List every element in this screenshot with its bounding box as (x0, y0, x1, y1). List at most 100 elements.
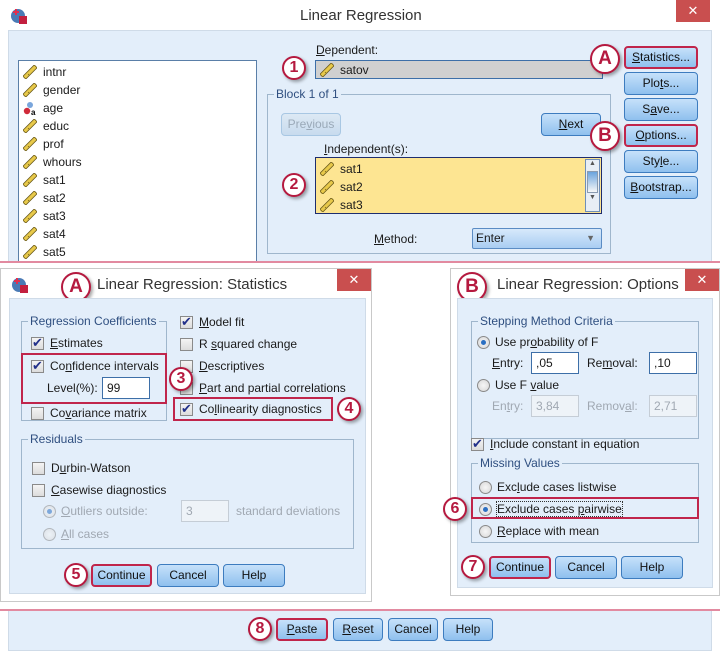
use-f-value-radio[interactable]: Use F value (477, 378, 559, 392)
options-help-button[interactable]: Help (621, 556, 683, 579)
independents-scrollbar[interactable]: ▲ ▼ (585, 159, 600, 212)
save-button[interactable]: Save... (624, 98, 698, 121)
cancel-button[interactable]: Cancel (388, 618, 438, 641)
variable-list-item[interactable]: whours (19, 153, 256, 171)
outliers-radio[interactable]: Outliers outside: (43, 504, 148, 518)
f-entry-input[interactable]: 3,84 (531, 395, 579, 417)
badge-4: 4 (337, 397, 361, 421)
method-label: Method: (374, 232, 418, 246)
options-continue-button[interactable]: Continue (489, 556, 551, 579)
dialog-title: Linear Regression (300, 7, 422, 24)
level-input[interactable]: 99 (102, 377, 150, 399)
durbin-watson-checkbox[interactable]: Durbin-Watson (32, 461, 131, 475)
covariance-matrix-checkbox[interactable]: Covariance matrix (31, 406, 147, 420)
scroll-thumb[interactable] (587, 171, 598, 193)
statistics-button[interactable]: Statistics... (624, 46, 698, 69)
removal-input[interactable]: ,10 (649, 352, 697, 374)
variable-list-item[interactable]: educ (19, 117, 256, 135)
entry-input[interactable]: ,05 (531, 352, 579, 374)
std-dev-label: standard deviations (236, 504, 341, 518)
r-squared-change-checkbox[interactable]: R squared change (180, 337, 297, 351)
previous-button[interactable]: Previous (281, 113, 341, 136)
variable-name: gender (43, 83, 81, 97)
confidence-intervals-checkbox[interactable]: Confidence intervals (31, 358, 159, 374)
independent-list-item[interactable]: sat1 (316, 160, 601, 178)
options-cancel-button[interactable]: Cancel (555, 556, 617, 579)
spss-app-icon (10, 7, 28, 25)
scroll-down-arrow[interactable]: ▼ (586, 194, 599, 204)
paste-button[interactable]: Paste (276, 618, 328, 641)
f-removal-input[interactable]: 2,71 (649, 395, 697, 417)
estimates-checkbox[interactable]: Estimates (31, 335, 103, 351)
variable-list-item[interactable]: sat4 (19, 225, 256, 243)
radio-icon (477, 335, 490, 349)
variable-list-item[interactable]: sat2 (19, 189, 256, 207)
close-button[interactable]: ✕ (676, 0, 710, 22)
variable-name: sat3 (340, 198, 363, 212)
scale-ruler-icon (23, 119, 37, 133)
part-partial-checkbox[interactable]: Part and partial correlations (180, 381, 346, 395)
variable-list-item[interactable]: sat3 (19, 207, 256, 225)
badge-3: 3 (169, 367, 193, 391)
stats-continue-button[interactable]: Continue (91, 564, 152, 587)
help-button[interactable]: Help (443, 618, 493, 641)
variable-name: sat3 (43, 209, 66, 223)
independent-list-item[interactable]: sat3 (316, 196, 601, 214)
statistics-title: Linear Regression: Statistics (97, 276, 288, 293)
scroll-up-arrow[interactable]: ▲ (586, 160, 599, 170)
use-probability-radio[interactable]: Use probability of F (477, 335, 598, 349)
model-fit-checkbox[interactable]: Model fit (180, 314, 244, 330)
close-button[interactable]: ✕ (685, 269, 719, 291)
options-button[interactable]: Options... (624, 124, 698, 147)
checkbox-icon (471, 436, 484, 452)
exclude-listwise-radio[interactable]: Exclude cases listwise (479, 480, 616, 494)
variable-list-item[interactable]: a age (19, 99, 256, 117)
scale-ruler-icon (23, 155, 37, 169)
variable-list-item[interactable]: gender (19, 81, 256, 99)
scale-ruler-icon (320, 162, 334, 176)
badge-5: 5 (64, 563, 88, 587)
options-title: Linear Regression: Options (497, 276, 679, 293)
outliers-input[interactable]: 3 (181, 500, 229, 522)
radio-icon (479, 502, 492, 516)
variable-name: whours (43, 155, 82, 169)
linear-regression-dialog: Linear Regression ✕ intnr gender a age educ p… (0, 0, 720, 262)
variable-list-item[interactable]: sat1 (19, 171, 256, 189)
f-entry-label: Entry: (492, 399, 524, 413)
checkbox-icon (31, 335, 44, 351)
descriptives-checkbox[interactable]: Descriptives (180, 359, 264, 373)
collinearity-checkbox[interactable]: Collinearity diagnostics (180, 401, 322, 417)
stats-help-button[interactable]: Help (223, 564, 285, 587)
level-label: Level(%): (47, 381, 98, 395)
method-dropdown[interactable]: Enter ▼ (472, 228, 602, 249)
stats-cancel-button[interactable]: Cancel (157, 564, 219, 587)
badge-6: 6 (443, 497, 467, 521)
stepping-label: Stepping Method Criteria (478, 314, 615, 328)
close-button[interactable]: ✕ (337, 269, 371, 291)
plots-button[interactable]: Plots... (624, 72, 698, 95)
removal-label: Removal: (587, 356, 638, 370)
replace-mean-radio[interactable]: Replace with mean (479, 524, 599, 538)
variable-list-item[interactable]: sat5 (19, 243, 256, 261)
checkbox-icon (180, 337, 193, 351)
bootstrap-button[interactable]: Bootstrap... (624, 176, 698, 199)
variable-list-item[interactable]: prof (19, 135, 256, 153)
residuals-label: Residuals (28, 432, 85, 446)
independent-list-item[interactable]: sat2 (316, 178, 601, 196)
scale-ruler-icon (23, 209, 37, 223)
dependent-field[interactable]: satov (315, 60, 603, 79)
include-constant-checkbox[interactable]: Include constant in equation (471, 436, 639, 452)
independents-list[interactable]: sat1 sat2 sat3 (315, 157, 602, 214)
style-button[interactable]: Style... (624, 150, 698, 173)
exclude-pairwise-radio[interactable]: Exclude cases pairwise (479, 501, 623, 517)
variable-name: sat2 (43, 191, 66, 205)
all-cases-radio[interactable]: All cases (43, 527, 109, 541)
scale-ruler-icon (23, 173, 37, 187)
casewise-checkbox[interactable]: Casewise diagnostics (32, 483, 166, 497)
badge-2: 2 (282, 173, 306, 197)
source-variable-list[interactable]: intnr gender a age educ prof whours sat1 sat2 sat… (18, 60, 257, 262)
variable-name: age (43, 101, 64, 115)
variable-list-item[interactable]: intnr (19, 63, 256, 81)
reset-button[interactable]: Reset (333, 618, 383, 641)
variable-name: educ (43, 119, 70, 133)
